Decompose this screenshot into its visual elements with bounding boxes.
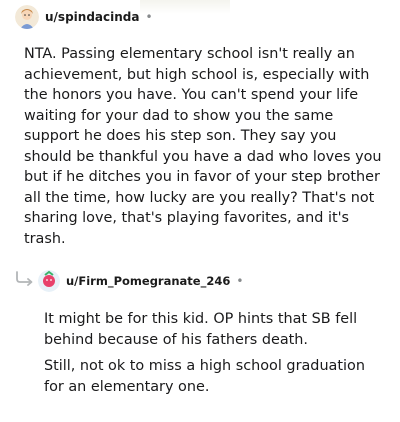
comment-body: NTA. Passing elementary school isn't rea…	[24, 46, 382, 247]
user-avatar[interactable]	[15, 5, 39, 29]
reply-username[interactable]: u/Firm_Pomegranate_246	[66, 274, 230, 288]
top-fade	[140, 0, 230, 14]
separator-dot: •	[145, 10, 153, 24]
comment-username[interactable]: u/spindacinda	[45, 10, 139, 24]
reply-paragraph: It might be for this kid. OP hints that …	[44, 311, 358, 348]
comment-header: u/spindacinda •	[15, 5, 153, 29]
reply-paragraph: Still, not ok to miss a high school grad…	[44, 358, 365, 395]
reply-body: It might be for this kid. OP hints that …	[44, 309, 384, 403]
reply-thread-icon	[16, 271, 33, 286]
separator-dot: •	[236, 274, 244, 288]
reply-user-avatar[interactable]	[38, 270, 60, 292]
reply-header: u/Firm_Pomegranate_246 •	[38, 269, 243, 293]
